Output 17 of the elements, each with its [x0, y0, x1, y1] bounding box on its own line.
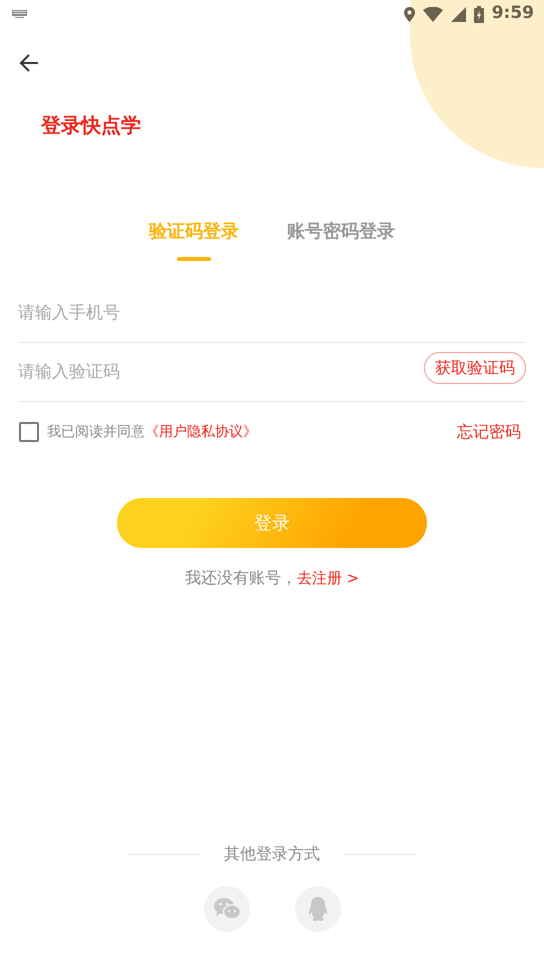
signal-icon [450, 6, 466, 22]
penguin-icon [306, 896, 328, 922]
other-login-label: 其他登录方式 [224, 843, 320, 865]
agree-checkbox[interactable] [19, 422, 39, 442]
location-icon [404, 6, 415, 22]
privacy-link[interactable]: 《用户隐私协议》 [145, 424, 257, 440]
get-code-button[interactable]: 获取验证码 [424, 352, 526, 384]
forgot-password-link[interactable]: 忘记密码 [457, 420, 521, 444]
keyboard-icon [12, 10, 27, 18]
wifi-icon [422, 6, 443, 22]
wechat-icon [212, 897, 240, 921]
agreement-text: 我已阅读并同意《用户隐私协议》 [47, 422, 257, 442]
time-text: 9:59 [492, 2, 534, 26]
page-title: 登录快点学 [41, 112, 142, 139]
register-text: 我还没有账号，去注册 > [184, 567, 360, 589]
login-tab[interactable]: 账号密码登录 [287, 218, 395, 261]
register-link[interactable]: 去注册 > [296, 569, 360, 587]
